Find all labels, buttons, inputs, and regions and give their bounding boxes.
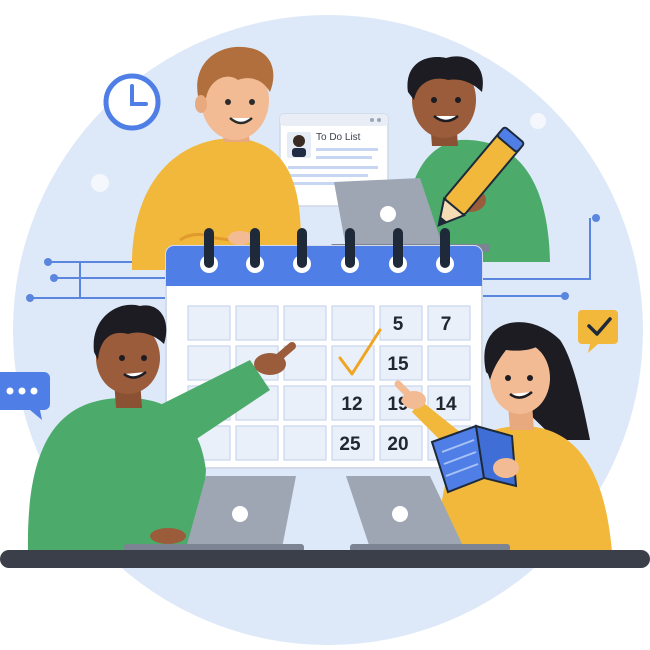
calendar-day: 7 (441, 314, 452, 335)
illustration-scene: To Do List 5 7 15 12 19 14 25 20 (0, 15, 650, 645)
desk (0, 550, 650, 568)
calendar-day: 15 (387, 354, 409, 375)
calendar-day: 5 (393, 314, 404, 335)
decor-dot (91, 174, 109, 192)
calendar-day: 25 (339, 434, 361, 455)
calendar-day: 14 (435, 394, 457, 415)
calendar-day: 20 (387, 434, 408, 455)
calendar-day: 12 (341, 394, 362, 415)
todo-title: To Do List (316, 132, 361, 143)
clock-icon (103, 73, 161, 131)
decor-dot (530, 113, 546, 129)
